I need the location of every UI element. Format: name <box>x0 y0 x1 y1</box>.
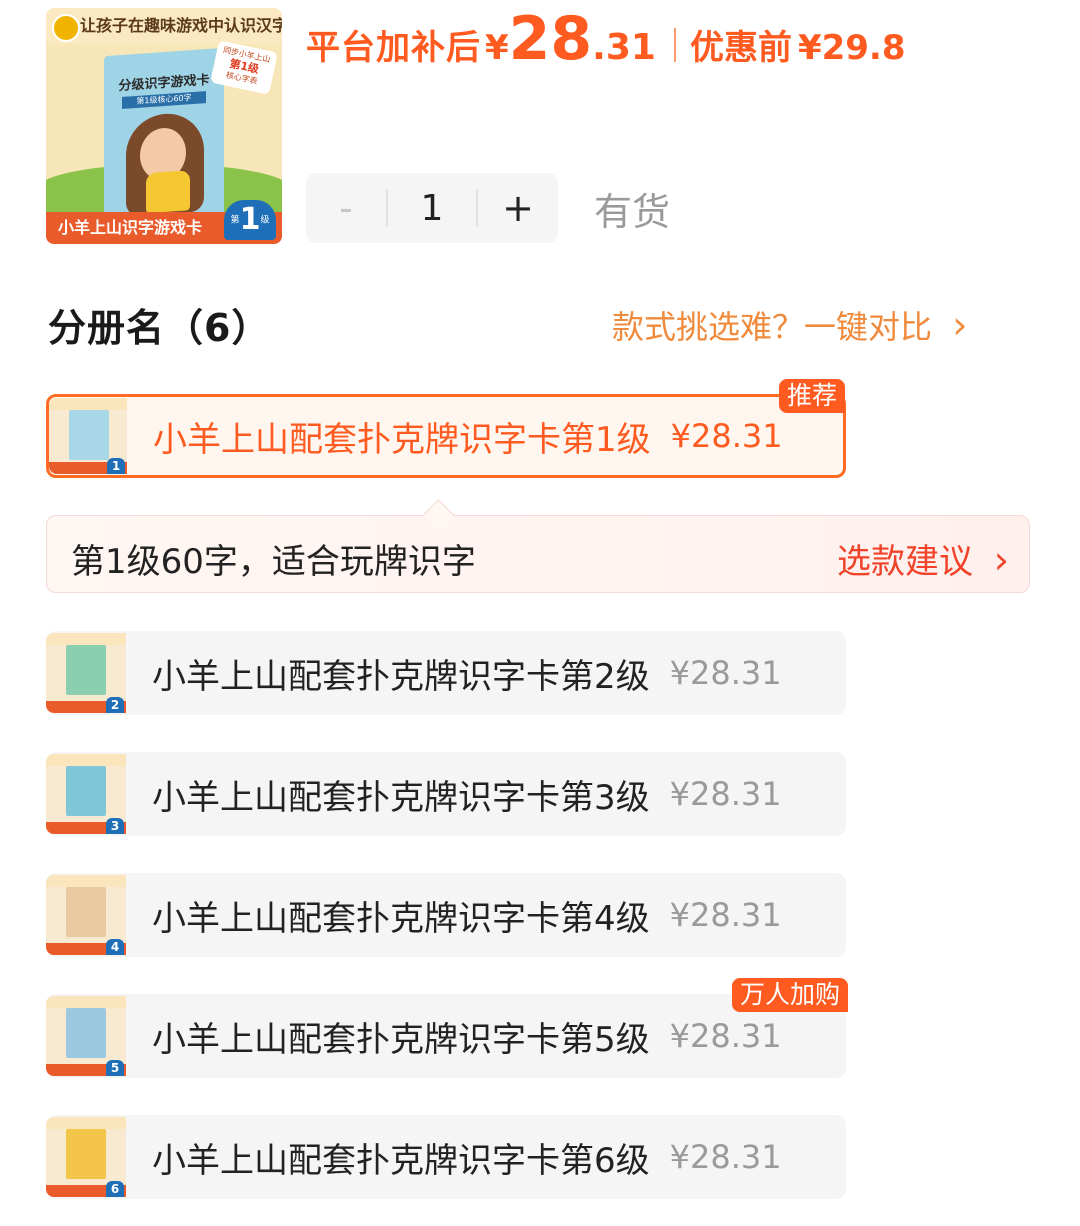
variant-name: 小羊上山配套扑克牌识字卡第2级 <box>152 656 650 697</box>
variant-thumbnail: 5 <box>46 996 126 1076</box>
variant-thumbnail-header <box>49 398 127 410</box>
subsidy-price-decimal: .31 <box>592 27 656 68</box>
variant-price: ¥28.31 <box>670 417 783 455</box>
subsidy-price-label: 平台加补后 <box>306 28 481 68</box>
variant-option[interactable]: 1 小羊上山配套扑克牌识字卡第1级 ¥28.31 推荐 <box>46 379 846 478</box>
variant-thumbnail-box <box>66 1008 106 1058</box>
variant-name: 小羊上山配套扑克牌识字卡第4级 <box>152 898 650 939</box>
original-price-value: ¥29.8 <box>797 28 906 68</box>
subsidy-price-integer: 28 <box>508 4 593 74</box>
variant-price: ¥28.31 <box>669 1138 782 1176</box>
variant-price: ¥28.31 <box>669 1017 782 1055</box>
quantity-stepper: - 1 + <box>306 173 558 243</box>
variant-price: ¥28.31 <box>669 654 782 692</box>
variant-name: 小羊上山配套扑克牌识字卡第1级 <box>153 419 651 460</box>
subsidy-currency: ¥ <box>485 28 509 68</box>
variant-tag-badge: 万人加购 <box>731 978 848 1012</box>
product-thumbnail[interactable]: 让孩子在趣味游戏中认识汉字 分级识字游戏卡 第1级核心60字 同步小羊上山 第1… <box>46 8 282 244</box>
suggestion-pointer <box>422 499 455 532</box>
variant-thumbnail-box <box>66 766 106 816</box>
chevron-right-icon: › <box>993 538 1009 582</box>
variant-option[interactable]: 4 小羊上山配套扑克牌识字卡第4级 ¥28.31 <box>46 873 846 957</box>
original-price-label: 优惠前 <box>689 28 792 68</box>
variant-thumbnail: 3 <box>46 754 126 834</box>
variant-thumbnail-box <box>66 887 106 937</box>
quantity-value[interactable]: 1 <box>388 188 476 229</box>
variant-thumbnail: 6 <box>46 1117 126 1197</box>
price-row: 平台加补后 ¥ 28 .31 优惠前 ¥29.8 <box>306 4 906 86</box>
variant-option[interactable]: 5 小羊上山配套扑克牌识字卡第5级 ¥28.31 万人加购 <box>46 978 848 1078</box>
variant-thumbnail-box <box>69 410 109 460</box>
level-number: 1 <box>239 202 261 237</box>
thumbnail-box-title: 分级识字游戏卡 <box>118 72 210 95</box>
decrease-button[interactable]: - <box>306 173 386 243</box>
variant-level-number: 1 <box>107 458 125 474</box>
variant-thumbnail: 2 <box>46 633 126 713</box>
girl-dress-illustration <box>146 170 190 214</box>
variant-thumbnail: 4 <box>46 875 126 955</box>
compare-link-label: 款式挑选难？一键对比 <box>612 308 933 346</box>
stock-status: 有货 <box>594 190 671 234</box>
level-suffix: 级 <box>260 215 270 226</box>
variant-name: 小羊上山配套扑克牌识字卡第5级 <box>152 1019 650 1060</box>
variant-name: 小羊上山配套扑克牌识字卡第6级 <box>152 1140 650 1181</box>
variant-level-number: 2 <box>106 697 124 713</box>
variant-price: ¥28.31 <box>669 896 782 934</box>
variant-option[interactable]: 3 小羊上山配套扑克牌识字卡第3级 ¥28.31 <box>46 752 846 836</box>
thumbnail-card-box: 分级识字游戏卡 第1级核心60字 <box>104 47 224 225</box>
suggestion-text: 第1级60字，适合玩牌识字 <box>71 542 476 582</box>
suggestion-link[interactable]: 选款建议 › <box>837 534 1009 583</box>
thumbnail-box-subtitle: 第1级核心60字 <box>122 91 206 109</box>
variant-tag-badge: 推荐 <box>778 379 845 413</box>
suggestion-link-label: 选款建议 <box>836 542 973 582</box>
compare-variants-link[interactable]: 款式挑选难？一键对比 › <box>612 302 967 348</box>
variant-level-number: 4 <box>106 939 124 955</box>
variant-option[interactable]: 2 小羊上山配套扑克牌识字卡第2级 ¥28.31 <box>46 631 846 715</box>
variant-section-title: 分册名（6） <box>48 306 271 350</box>
variant-name: 小羊上山配套扑克牌识字卡第3级 <box>152 777 650 818</box>
chevron-right-icon: › <box>952 303 968 347</box>
variant-thumbnail: 1 <box>49 398 127 474</box>
variant-suggestion-panel: 第1级60字，适合玩牌识字 选款建议 › <box>46 499 1030 593</box>
variant-thumbnail-header <box>46 754 126 766</box>
variant-price: ¥28.31 <box>669 775 782 813</box>
variant-level-number: 5 <box>106 1060 124 1076</box>
variant-thumbnail-header <box>46 996 126 1008</box>
level-prefix: 第 <box>230 215 240 226</box>
thumbnail-caption-top: 让孩子在趣味游戏中认识汉字 <box>46 8 282 44</box>
variant-level-number: 6 <box>106 1181 124 1197</box>
variant-level-number: 3 <box>106 818 124 834</box>
variant-thumbnail-header <box>46 1117 126 1129</box>
variant-thumbnail-box <box>66 1129 106 1179</box>
increase-button[interactable]: + <box>478 173 558 243</box>
variant-thumbnail-header <box>46 633 126 645</box>
price-divider <box>673 28 676 62</box>
thumbnail-level-badge: 第1级 <box>224 200 276 240</box>
variant-thumbnail-header <box>46 875 126 887</box>
brand-logo-icon <box>52 14 80 42</box>
variant-thumbnail-box <box>66 645 106 695</box>
variant-option[interactable]: 6 小羊上山配套扑克牌识字卡第6级 ¥28.31 <box>46 1115 846 1199</box>
